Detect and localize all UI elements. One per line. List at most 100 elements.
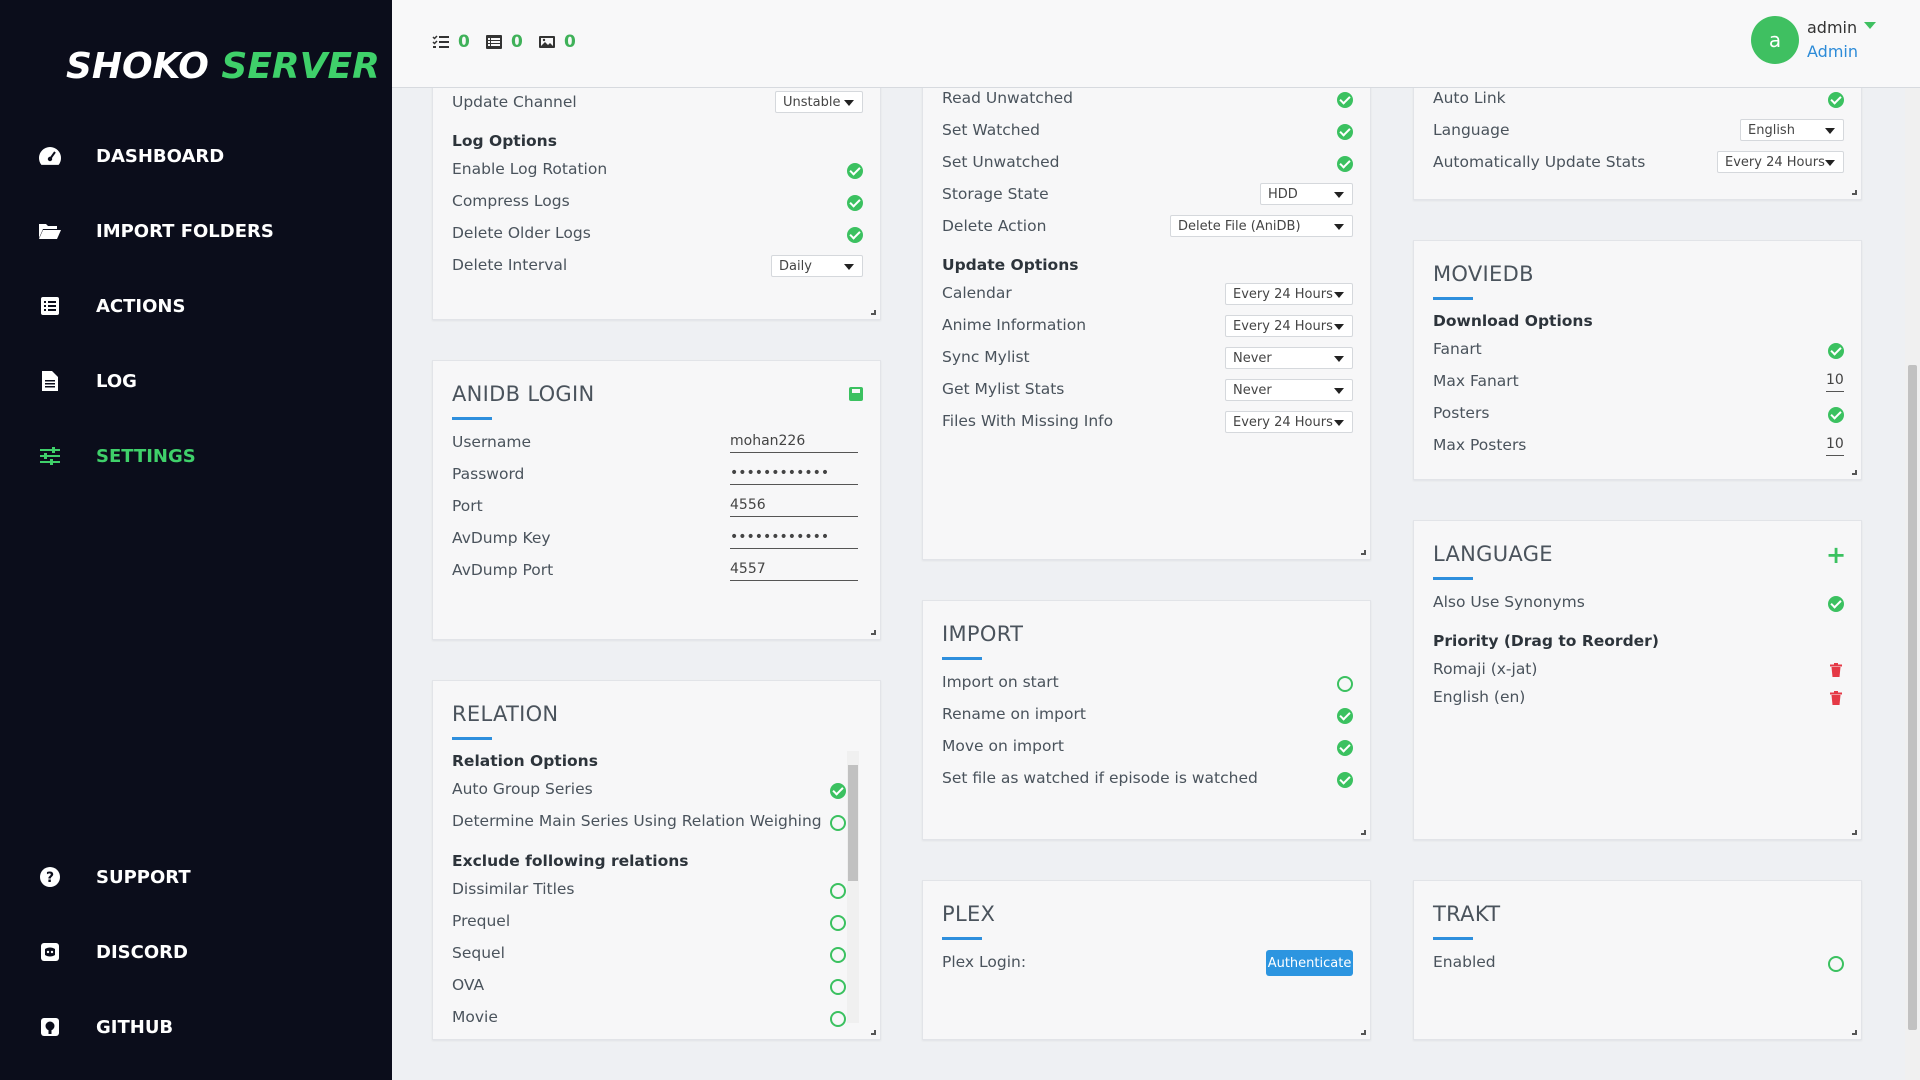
sync-mylist-select[interactable]: Never: [1225, 347, 1353, 369]
delete-action-select[interactable]: Delete File (AniDB): [1170, 215, 1353, 237]
max-fanart-field[interactable]: 10: [1826, 372, 1844, 392]
username-label: Username: [452, 433, 532, 451]
resize-handle[interactable]: [1852, 190, 1857, 195]
avdump-port-field[interactable]: 4557: [730, 561, 858, 581]
authenticate-button[interactable]: Authenticate: [1266, 950, 1353, 976]
sync-mylist-label: Sync Mylist: [942, 348, 1030, 366]
get-mylist-stats-select[interactable]: Never: [1225, 379, 1353, 401]
title-underline: [1433, 937, 1473, 940]
auto-group-series-check-icon[interactable]: [830, 783, 846, 799]
delete-interval-select[interactable]: Daily: [771, 255, 863, 277]
sidebar-item-actions[interactable]: ACTIONS: [38, 286, 185, 326]
fanart-check-icon[interactable]: [1828, 343, 1844, 359]
relation-scrollbar[interactable]: [847, 751, 859, 1023]
add-icon[interactable]: +: [1826, 543, 1846, 567]
files-missing-info-select[interactable]: Every 24 Hours: [1225, 411, 1353, 433]
move-on-import-check-icon[interactable]: [1337, 740, 1353, 756]
discord-icon: [38, 940, 62, 964]
trash-icon[interactable]: [1830, 691, 1842, 705]
rename-on-import-check-icon[interactable]: [1337, 708, 1353, 724]
panel-import: IMPORT Import on start Rename on import …: [922, 600, 1371, 840]
movie-label: Movie: [452, 1008, 498, 1026]
storage-state-select[interactable]: HDD: [1260, 183, 1353, 205]
port-field[interactable]: 4556: [730, 497, 858, 517]
exclude-relations-heading: Exclude following relations: [452, 852, 689, 870]
sidebar-item-discord[interactable]: DISCORD: [38, 932, 188, 972]
import-on-start-check-icon[interactable]: [1337, 676, 1353, 692]
auto-link-check-icon[interactable]: [1828, 92, 1844, 108]
read-unwatched-check-icon[interactable]: [1337, 92, 1353, 108]
set-file-watched-check-icon[interactable]: [1337, 772, 1353, 788]
list-icon: [38, 294, 62, 318]
resize-handle[interactable]: [1361, 550, 1366, 555]
sidebar-item-support[interactable]: ? SUPPORT: [38, 857, 191, 897]
set-watched-check-icon[interactable]: [1337, 124, 1353, 140]
resize-handle[interactable]: [1852, 1030, 1857, 1035]
compress-logs-check-icon[interactable]: [847, 195, 863, 211]
panel-title: IMPORT: [942, 622, 1024, 646]
username-field[interactable]: mohan226: [730, 433, 858, 453]
password-field[interactable]: ••••••••••••: [730, 465, 858, 485]
scrollbar-thumb[interactable]: [1908, 365, 1917, 1030]
sidebar-item-dashboard[interactable]: DASHBOARD: [38, 136, 224, 176]
language-select[interactable]: English: [1740, 119, 1844, 141]
sidebar-item-github[interactable]: GITHUB: [38, 1007, 173, 1047]
also-use-synonyms-check-icon[interactable]: [1828, 596, 1844, 612]
resize-handle[interactable]: [871, 630, 876, 635]
trash-icon[interactable]: [1830, 663, 1842, 677]
queue-count: 0: [458, 32, 470, 52]
sidebar-item-settings[interactable]: SETTINGS: [38, 436, 196, 476]
compress-logs-label: Compress Logs: [452, 192, 570, 210]
set-unwatched-check-icon[interactable]: [1337, 156, 1353, 172]
determine-main-series-check-icon[interactable]: [830, 815, 846, 831]
title-underline: [942, 937, 982, 940]
storage-state-label: Storage State: [942, 185, 1049, 203]
max-posters-field[interactable]: 10: [1826, 436, 1844, 456]
panel-moviedb: MOVIEDB Download Options Fanart Max Fana…: [1413, 240, 1862, 480]
password-label: Password: [452, 465, 525, 483]
sidebar-item-import-folders[interactable]: IMPORT FOLDERS: [38, 211, 274, 251]
calendar-select[interactable]: Every 24 Hours: [1225, 283, 1353, 305]
language-list-item[interactable]: Romaji (x-jat): [1433, 660, 1537, 678]
queue-hasher[interactable]: 0: [432, 32, 470, 52]
resize-handle[interactable]: [871, 310, 876, 315]
queue-count: 0: [511, 32, 523, 52]
delete-older-logs-check-icon[interactable]: [847, 227, 863, 243]
language-list-item[interactable]: English (en): [1433, 688, 1525, 706]
panel-title: ANIDB LOGIN: [452, 382, 595, 406]
dissimilar-titles-check-icon[interactable]: [830, 883, 846, 899]
resize-handle[interactable]: [1361, 1030, 1366, 1035]
user-name[interactable]: admin: [1807, 18, 1857, 37]
chevron-down-icon[interactable]: [1864, 22, 1876, 29]
sequel-check-icon[interactable]: [830, 947, 846, 963]
save-icon[interactable]: [849, 387, 863, 401]
scrollbar-thumb[interactable]: [848, 765, 858, 881]
auto-update-stats-select[interactable]: Every 24 Hours: [1717, 151, 1844, 173]
queue-general[interactable]: 0: [485, 32, 523, 52]
ova-label: OVA: [452, 976, 485, 994]
resize-handle[interactable]: [1852, 830, 1857, 835]
resize-handle[interactable]: [1852, 470, 1857, 475]
anime-information-select[interactable]: Every 24 Hours: [1225, 315, 1353, 337]
svg-text:?: ?: [46, 870, 54, 886]
app-logo[interactable]: SHOKO SERVER: [66, 46, 380, 87]
page-scrollbar[interactable]: [1905, 88, 1920, 1080]
language-label: Language: [1433, 121, 1510, 139]
queue-images[interactable]: 0: [538, 32, 576, 52]
trakt-enabled-check-icon[interactable]: [1828, 956, 1844, 972]
avdump-key-label: AvDump Key: [452, 529, 551, 547]
avatar[interactable]: a: [1751, 16, 1799, 64]
enable-log-rotation-check-icon[interactable]: [847, 163, 863, 179]
ova-check-icon[interactable]: [830, 979, 846, 995]
avdump-key-field[interactable]: ••••••••••••: [730, 529, 858, 549]
posters-check-icon[interactable]: [1828, 407, 1844, 423]
update-channel-label: Update Channel: [452, 93, 577, 111]
movie-check-icon[interactable]: [830, 1011, 846, 1027]
get-mylist-stats-label: Get Mylist Stats: [942, 380, 1065, 398]
max-fanart-label: Max Fanart: [1433, 372, 1519, 390]
resize-handle[interactable]: [1361, 830, 1366, 835]
update-channel-select[interactable]: Unstable: [775, 91, 863, 113]
resize-handle[interactable]: [871, 1030, 876, 1035]
prequel-check-icon[interactable]: [830, 915, 846, 931]
sidebar-item-log[interactable]: LOG: [38, 361, 137, 401]
